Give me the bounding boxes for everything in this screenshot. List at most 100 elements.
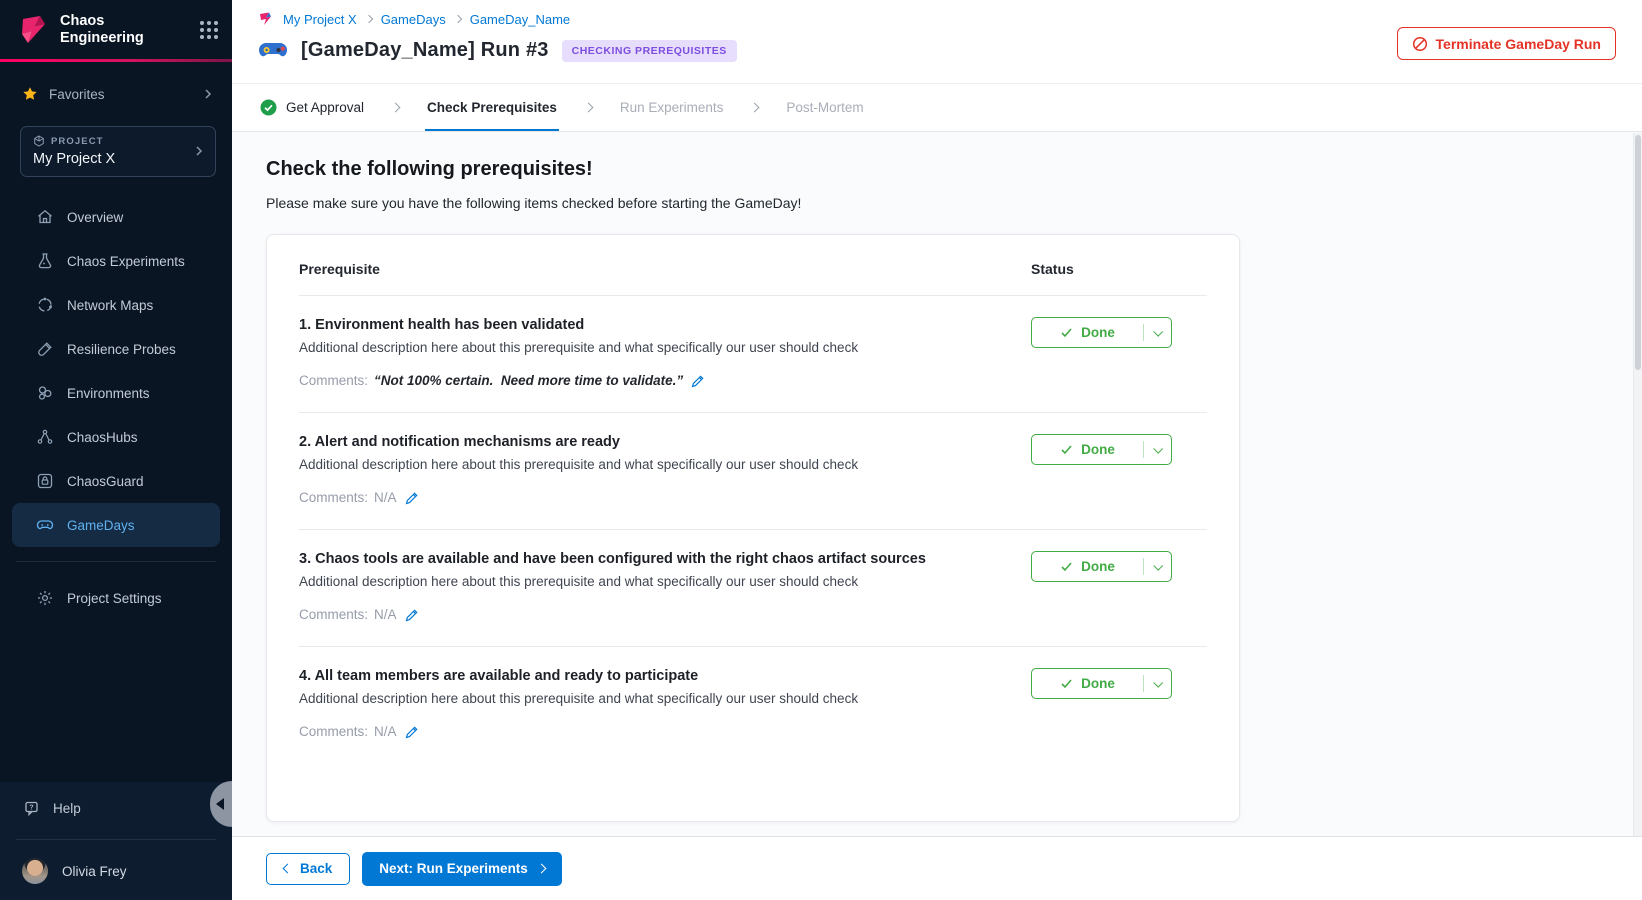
- brand-header: Chaos Engineering: [0, 0, 232, 59]
- comments-line: Comments: N/A: [299, 724, 1031, 739]
- sidebar-item-overview[interactable]: Overview: [12, 195, 220, 239]
- network-map-icon: [36, 296, 54, 314]
- step-label: Get Approval: [286, 100, 364, 115]
- prerequisite-title: 3. Chaos tools are available and have be…: [299, 551, 1031, 567]
- edit-pencil-icon[interactable]: [405, 491, 419, 505]
- comments-value: N/A: [374, 607, 397, 622]
- breadcrumb-gamedays-link[interactable]: GameDays: [381, 12, 446, 27]
- chevron-right-icon: [364, 15, 372, 23]
- nav-label: Overview: [67, 210, 123, 225]
- gamepad-icon: [36, 516, 54, 534]
- nav-label: ChaosHubs: [67, 430, 138, 445]
- status-done-dropdown[interactable]: Done: [1031, 434, 1172, 465]
- probe-icon: [36, 340, 54, 358]
- step-get-approval[interactable]: Get Approval: [258, 84, 366, 131]
- project-name: My Project X: [33, 151, 193, 167]
- table-row: 1. Environment health has been validated…: [299, 296, 1207, 413]
- terminate-gameday-button[interactable]: Terminate GameDay Run: [1397, 27, 1616, 60]
- sidebar-bottom: ? Help Olivia Frey: [0, 782, 232, 900]
- comments-value: “Not 100% certain. Need more time to val…: [374, 373, 683, 388]
- status-badge: CHECKING PREREQUISITES: [562, 40, 737, 62]
- step-post-mortem[interactable]: Post-Mortem: [784, 84, 865, 131]
- breadcrumb-gameday-name-link[interactable]: GameDay_Name: [470, 12, 570, 27]
- sidebar-item-chaos-experiments[interactable]: Chaos Experiments: [12, 239, 220, 283]
- module-grid-icon[interactable]: [200, 21, 218, 39]
- nav-label: Resilience Probes: [67, 342, 176, 357]
- scrollbar-thumb[interactable]: [1635, 135, 1641, 370]
- next-run-experiments-button[interactable]: Next: Run Experiments: [362, 852, 562, 886]
- sidebar-item-resilience-probes[interactable]: Resilience Probes: [12, 327, 220, 371]
- edit-pencil-icon[interactable]: [691, 374, 705, 388]
- prerequisite-title: 2. Alert and notification mechanisms are…: [299, 434, 1031, 450]
- step-run-experiments[interactable]: Run Experiments: [618, 84, 726, 131]
- sidebar-item-network-maps[interactable]: Network Maps: [12, 283, 220, 327]
- status-label: Done: [1081, 442, 1115, 457]
- sidebar: Chaos Engineering Favorites PROJECT My P…: [0, 0, 232, 900]
- user-name: Olivia Frey: [62, 864, 127, 879]
- chevron-down-icon: [1144, 329, 1171, 336]
- user-menu[interactable]: Olivia Frey: [0, 848, 232, 900]
- check-icon: [1060, 677, 1073, 690]
- table-row: 3. Chaos tools are available and have be…: [299, 530, 1207, 647]
- prerequisite-title: 1. Environment health has been validated: [299, 317, 1031, 333]
- edit-pencil-icon[interactable]: [405, 608, 419, 622]
- user-divider: [16, 839, 216, 840]
- step-label: Post-Mortem: [786, 100, 863, 115]
- sidebar-item-gamedays[interactable]: GameDays: [12, 503, 220, 547]
- status-label: Done: [1081, 676, 1115, 691]
- nav-label: ChaosGuard: [67, 474, 144, 489]
- chevron-right-icon: [559, 84, 618, 131]
- sidebar-item-environments[interactable]: Environments: [12, 371, 220, 415]
- chevron-right-icon: [193, 145, 205, 157]
- gear-icon: [36, 589, 54, 607]
- favorites-label: Favorites: [49, 87, 105, 102]
- sidebar-item-project-settings[interactable]: Project Settings: [12, 576, 220, 620]
- sidebar-item-chaosguard[interactable]: ChaosGuard: [12, 459, 220, 503]
- chevron-down-icon: [1144, 680, 1171, 687]
- prerequisite-title: 4. All team members are available and re…: [299, 668, 1031, 684]
- prerequisite-description: Additional description here about this p…: [299, 691, 1031, 706]
- comments-value: N/A: [374, 724, 397, 739]
- sidebar-item-chaoshubs[interactable]: ChaosHubs: [12, 415, 220, 459]
- chevron-left-icon: [283, 864, 293, 874]
- comments-label: Comments:: [299, 607, 368, 622]
- scrollbar-track[interactable]: [1633, 133, 1642, 900]
- comments-label: Comments:: [299, 373, 368, 388]
- chevron-right-icon: [453, 15, 461, 23]
- check-icon: [1060, 443, 1073, 456]
- terminate-label: Terminate GameDay Run: [1436, 36, 1601, 52]
- guard-lock-icon: [36, 472, 54, 490]
- brand-divider: [0, 59, 232, 62]
- help-button[interactable]: ? Help: [0, 782, 232, 831]
- back-button[interactable]: Back: [266, 853, 350, 885]
- sidebar-item-favorites[interactable]: Favorites: [0, 78, 232, 110]
- check-icon: [1060, 560, 1073, 573]
- project-selector[interactable]: PROJECT My Project X: [20, 126, 216, 177]
- edit-pencil-icon[interactable]: [405, 725, 419, 739]
- check-icon: [1060, 326, 1073, 339]
- sidebar-divider: [16, 561, 216, 562]
- prerequisite-description: Additional description here about this p…: [299, 457, 1031, 472]
- step-check-prerequisites[interactable]: Check Prerequisites: [425, 84, 559, 131]
- breadcrumb-logo-icon: [258, 11, 274, 27]
- sidebar-nav: Overview Chaos Experiments Network Maps …: [0, 195, 232, 547]
- table-row: 2. Alert and notification mechanisms are…: [299, 413, 1207, 530]
- next-label: Next: Run Experiments: [379, 861, 528, 876]
- column-status: Status: [1031, 261, 1207, 277]
- status-label: Done: [1081, 325, 1115, 340]
- column-prerequisite: Prerequisite: [299, 261, 1031, 277]
- environments-icon: [36, 384, 54, 402]
- chevron-right-icon: [536, 864, 546, 874]
- comments-line: Comments: N/A: [299, 490, 1031, 505]
- brand-title: Chaos Engineering: [60, 13, 200, 46]
- step-complete-icon: [260, 99, 277, 116]
- status-done-dropdown[interactable]: Done: [1031, 317, 1172, 348]
- avatar: [22, 858, 48, 884]
- page-header: My Project X GameDays GameDay_Name [Game…: [232, 0, 1642, 84]
- status-done-dropdown[interactable]: Done: [1031, 551, 1172, 582]
- status-done-dropdown[interactable]: Done: [1031, 668, 1172, 699]
- collapse-arrow-icon: [216, 798, 224, 810]
- breadcrumb: My Project X GameDays GameDay_Name: [258, 11, 1616, 27]
- breadcrumb-project-link[interactable]: My Project X: [283, 12, 357, 27]
- run-stepper: Get Approval Check Prerequisites Run Exp…: [232, 84, 1642, 132]
